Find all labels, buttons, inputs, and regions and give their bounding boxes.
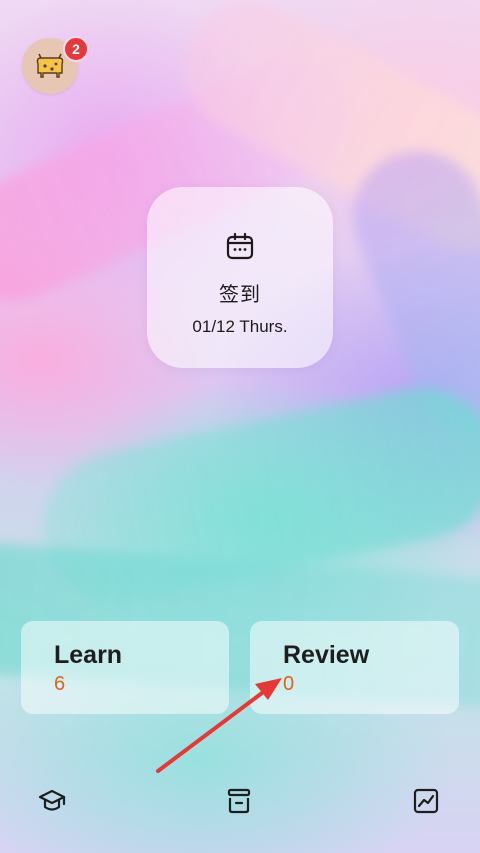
notification-badge: 2: [63, 36, 89, 62]
checkin-title: 签到: [219, 284, 261, 306]
trend-chart-icon[interactable]: [410, 785, 442, 817]
learn-count: 6: [54, 673, 66, 695]
checkin-card[interactable]: 签到 01/12 Thurs.: [147, 187, 333, 368]
learn-label: Learn: [54, 641, 123, 669]
learn-card[interactable]: Learn 6: [21, 621, 229, 714]
calendar-icon: [226, 232, 254, 260]
review-label: Review: [283, 641, 370, 669]
checkin-date: 01/12 Thurs.: [192, 317, 288, 336]
graduation-cap-icon[interactable]: [36, 785, 68, 817]
review-card[interactable]: Review 0: [250, 621, 459, 714]
gradient-background: [0, 0, 480, 853]
archive-box-icon[interactable]: [223, 785, 255, 817]
review-count: 0: [283, 673, 295, 695]
